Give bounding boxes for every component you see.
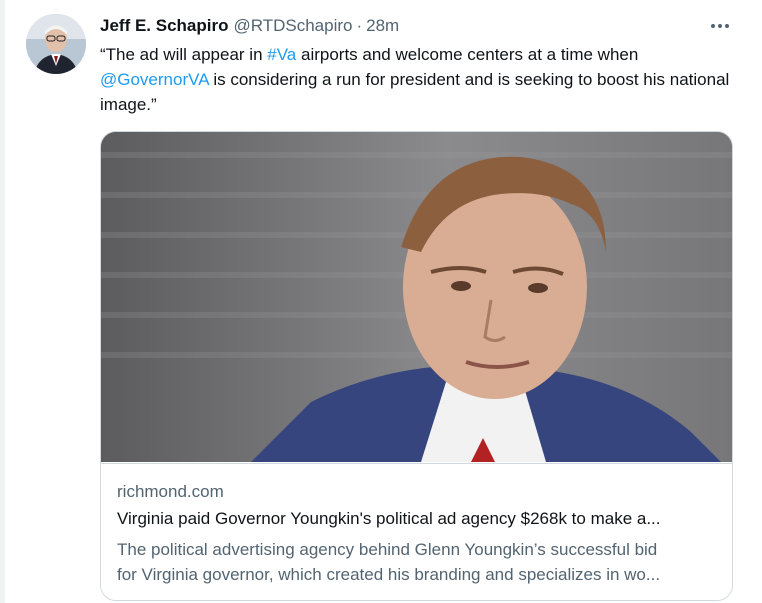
- tweet-text-part: “The ad will appear in: [100, 45, 268, 64]
- card-meta: richmond.com Virginia paid Governor Youn…: [101, 463, 732, 600]
- card-description-line: The political advertising agency behind …: [117, 540, 658, 559]
- mention-link[interactable]: @GovernorVA: [100, 70, 209, 89]
- author-name[interactable]: Jeff E. Schapiro: [100, 16, 228, 36]
- separator-dot: ·: [356, 16, 363, 35]
- link-preview-card[interactable]: richmond.com Virginia paid Governor Youn…: [100, 131, 733, 601]
- card-domain: richmond.com: [117, 482, 224, 501]
- left-gutter: [0, 0, 5, 603]
- card-headline[interactable]: Virginia paid Governor Youngkin's politi…: [117, 509, 717, 529]
- tweet-text-part: airports and welcome centers at a time w…: [296, 45, 639, 64]
- card-description-line: for Virginia governor, which created his…: [117, 565, 661, 584]
- card-photo: [101, 132, 732, 462]
- card-image[interactable]: [101, 132, 732, 462]
- tweet-header: Jeff E. Schapiro @RTDSchapiro · 28m: [100, 14, 399, 38]
- hashtag-link[interactable]: #Va: [267, 45, 296, 64]
- card-description: The political advertising agency behind …: [117, 537, 717, 587]
- tweet[interactable]: Jeff E. Schapiro @RTDSchapiro · 28m “The…: [0, 0, 762, 603]
- avatar[interactable]: [26, 14, 86, 74]
- more-options-button[interactable]: [708, 14, 732, 38]
- tweet-time[interactable]: 28m: [366, 16, 399, 36]
- author-handle[interactable]: @RTDSchapiro: [233, 16, 352, 36]
- avatar-image: [26, 14, 86, 74]
- more-horizontal-icon: [711, 24, 729, 28]
- tweet-text: “The ad will appear in #Va airports and …: [100, 42, 740, 117]
